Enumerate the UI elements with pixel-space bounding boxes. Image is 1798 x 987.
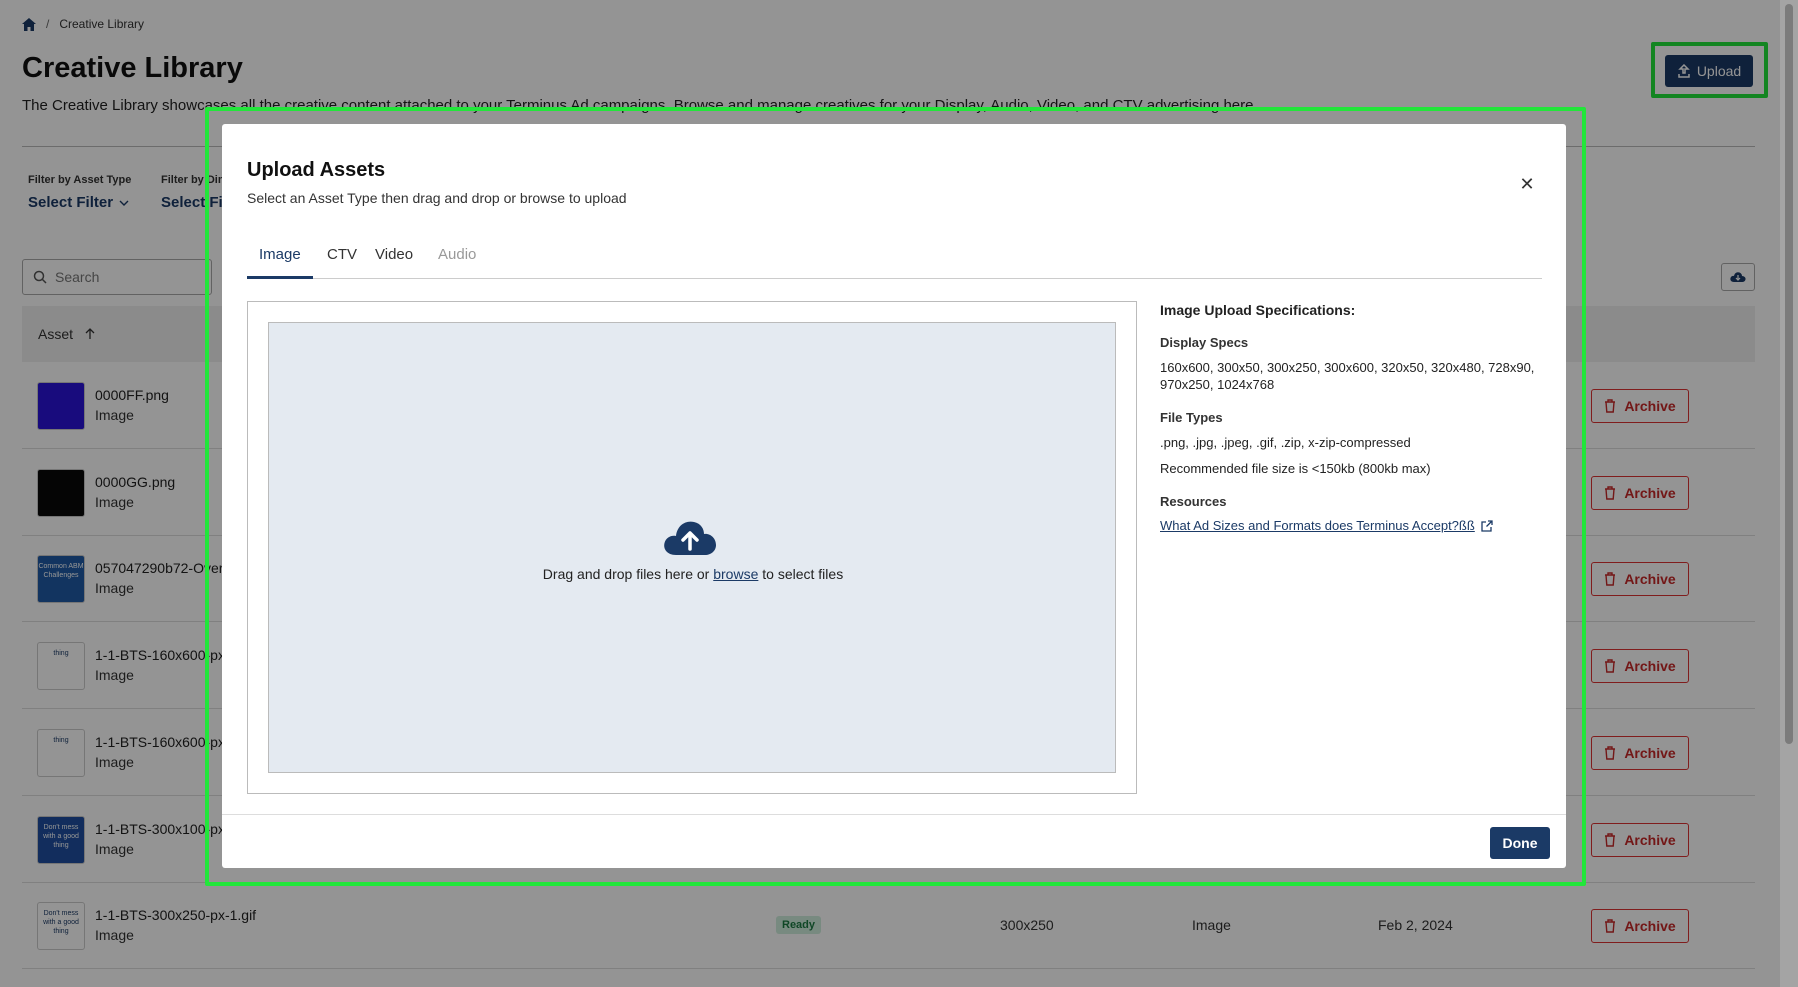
scrollbar[interactable] (1780, 0, 1798, 987)
scrollbar-thumb[interactable] (1785, 4, 1793, 744)
highlight-upload-modal (205, 107, 1586, 886)
